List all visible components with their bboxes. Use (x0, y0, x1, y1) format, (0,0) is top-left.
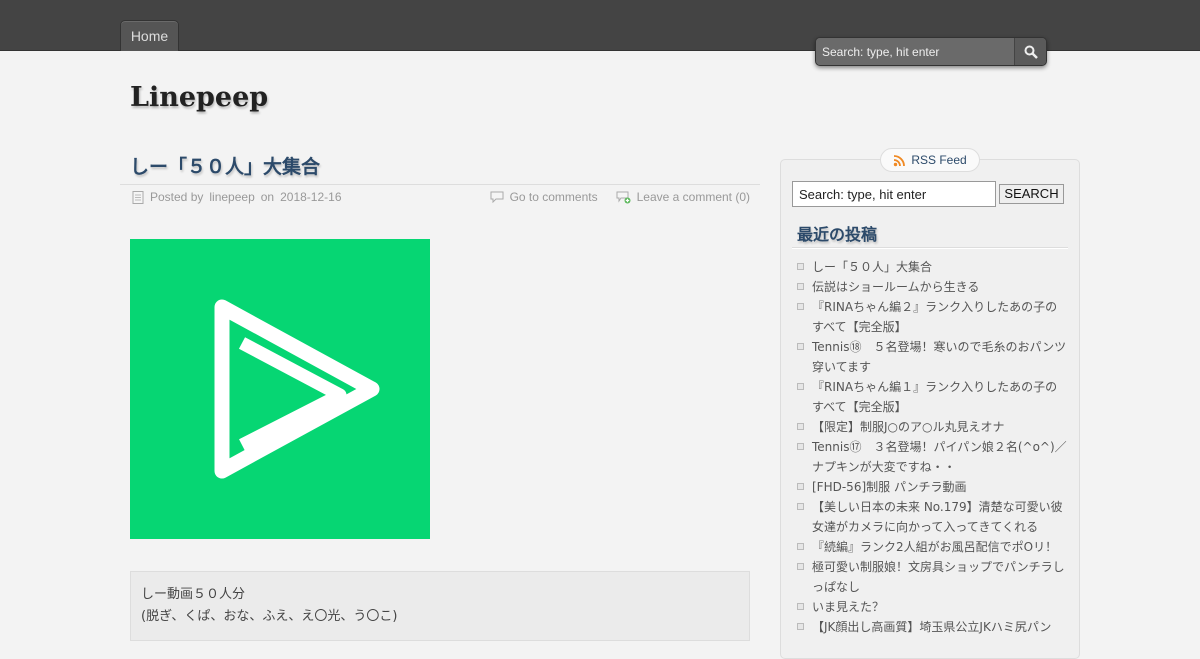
bullet-icon (797, 383, 804, 390)
recent-post-item[interactable]: 【限定】制服J○のア○ル丸見えオナ (794, 417, 1069, 437)
post-meta: Posted by linepeep on 2018-12-16 Go to c… (120, 184, 760, 208)
bullet-icon (797, 603, 804, 610)
bullet-icon (797, 503, 804, 510)
rss-icon (894, 154, 906, 166)
recent-post-link[interactable]: 『RINAちゃん編１』ランク入りしたあの子のすべて【完全版】 (812, 380, 1057, 414)
page-icon (132, 190, 144, 204)
recent-post-link[interactable]: 【限定】制服J○のア○ル丸見えオナ (812, 420, 1004, 434)
bullet-icon (797, 263, 804, 270)
recent-post-link[interactable]: しー「５０人」大集合 (812, 260, 932, 274)
recent-post-item[interactable]: 『RINAちゃん編１』ランク入りしたあの子のすべて【完全版】 (794, 377, 1069, 417)
sidebar-search-input[interactable] (792, 181, 996, 207)
post-thumbnail-image[interactable] (130, 239, 430, 539)
recent-post-link[interactable]: [FHD-56]制服 パンチラ動画 (812, 480, 967, 494)
recent-post-link[interactable]: いま見えた？ (812, 600, 884, 614)
magnifier-icon (1024, 45, 1038, 59)
recent-post-item[interactable]: Tennis⑱ ５名登場！寒いので毛糸のおパンツ穿いてます (794, 337, 1069, 377)
go-to-comments-link[interactable]: Go to comments (510, 190, 598, 204)
bullet-icon (797, 543, 804, 550)
add-comment-icon (616, 191, 631, 203)
recent-post-link[interactable]: 【JK顔出し高画質】埼玉県公立JKハミ尻パン (812, 620, 1051, 634)
bullet-icon (797, 443, 804, 450)
bullet-icon (797, 563, 804, 570)
bullet-icon (797, 423, 804, 430)
excerpt-line-2: (脱ぎ、くぱ、おな、ふえ、え〇光、う〇こ) (141, 609, 398, 624)
bullet-icon (797, 303, 804, 310)
top-search-input[interactable] (816, 38, 1014, 65)
recent-post-link[interactable]: Tennis⑰ ３名登場！パイパン娘２名(^o^)／ナプキンが大変ですね・・ (812, 440, 1067, 474)
bullet-icon (797, 283, 804, 290)
recent-post-item[interactable]: いま見えた？ (794, 597, 1069, 617)
widget-divider (792, 247, 1068, 249)
site-title[interactable]: Linepeep (130, 82, 268, 113)
recent-posts-title: 最近の投稿 (797, 225, 878, 244)
bullet-icon (797, 483, 804, 490)
posted-by-label: Posted by (150, 190, 204, 204)
comments-icon (490, 191, 504, 203)
post-date: 2018-12-16 (280, 190, 342, 204)
recent-post-item[interactable]: 【JK顔出し高画質】埼玉県公立JKハミ尻パン (794, 617, 1069, 637)
sidebar-search-button[interactable]: SEARCH (999, 184, 1064, 204)
leave-comment-link[interactable]: Leave a comment (0) (637, 190, 750, 204)
posted-on-label: on (260, 190, 275, 204)
recent-post-item[interactable]: 極可愛い制服娘！文房具ショップでパンチラしっぱなし (794, 557, 1069, 597)
recent-post-item[interactable]: 【美しい日本の未来 No.179】清楚な可愛い彼女達がカメラに向かって入ってきて… (794, 497, 1069, 537)
recent-post-link[interactable]: 極可愛い制服娘！文房具ショップでパンチラしっぱなし (812, 560, 1065, 594)
recent-post-link[interactable]: 『続編』ランク2人組がお風呂配信でポOリ！ (812, 540, 1057, 554)
recent-post-item[interactable]: 『続編』ランク2人組がお風呂配信でポOリ！ (794, 537, 1069, 557)
excerpt-line-1: しー動画５０人分 (141, 587, 246, 602)
recent-post-item[interactable]: 『RINAちゃん編２』ランク入りしたあの子のすべて【完全版】 (794, 297, 1069, 337)
recent-post-item[interactable]: [FHD-56]制服 パンチラ動画 (794, 477, 1069, 497)
rss-feed-label: RSS Feed (911, 153, 967, 167)
recent-post-item[interactable]: しー「５０人」大集合 (794, 257, 1069, 277)
bullet-icon (797, 343, 804, 350)
recent-post-item[interactable]: 伝説はショールームから生きる (794, 277, 1069, 297)
post-excerpt-box: しー動画５０人分 (脱ぎ、くぱ、おな、ふえ、え〇光、う〇こ) (130, 571, 750, 641)
recent-post-item[interactable]: Tennis⑰ ３名登場！パイパン娘２名(^o^)／ナプキンが大変ですね・・ (794, 437, 1069, 477)
recent-post-link[interactable]: 伝説はショールームから生きる (812, 280, 979, 294)
nav-home-tab[interactable]: Home (120, 20, 179, 51)
post-title[interactable]: しー「５０人」大集合 (130, 152, 320, 179)
bullet-icon (797, 623, 804, 630)
play-logo-icon (214, 299, 380, 479)
recent-post-link[interactable]: 【美しい日本の未来 No.179】清楚な可愛い彼女達がカメラに向かって入ってきて… (812, 500, 1063, 534)
top-search-box (815, 37, 1047, 66)
top-search-button[interactable] (1014, 38, 1046, 65)
recent-post-link[interactable]: 『RINAちゃん編２』ランク入りしたあの子のすべて【完全版】 (812, 300, 1057, 334)
recent-posts-list: しー「５０人」大集合 伝説はショールームから生きる 『RINAちゃん編２』ランク… (794, 257, 1069, 637)
recent-post-link[interactable]: Tennis⑱ ５名登場！寒いので毛糸のおパンツ穿いてます (812, 340, 1066, 374)
post-author-link[interactable]: linepeep (209, 190, 254, 204)
rss-feed-link[interactable]: RSS Feed (880, 148, 980, 172)
